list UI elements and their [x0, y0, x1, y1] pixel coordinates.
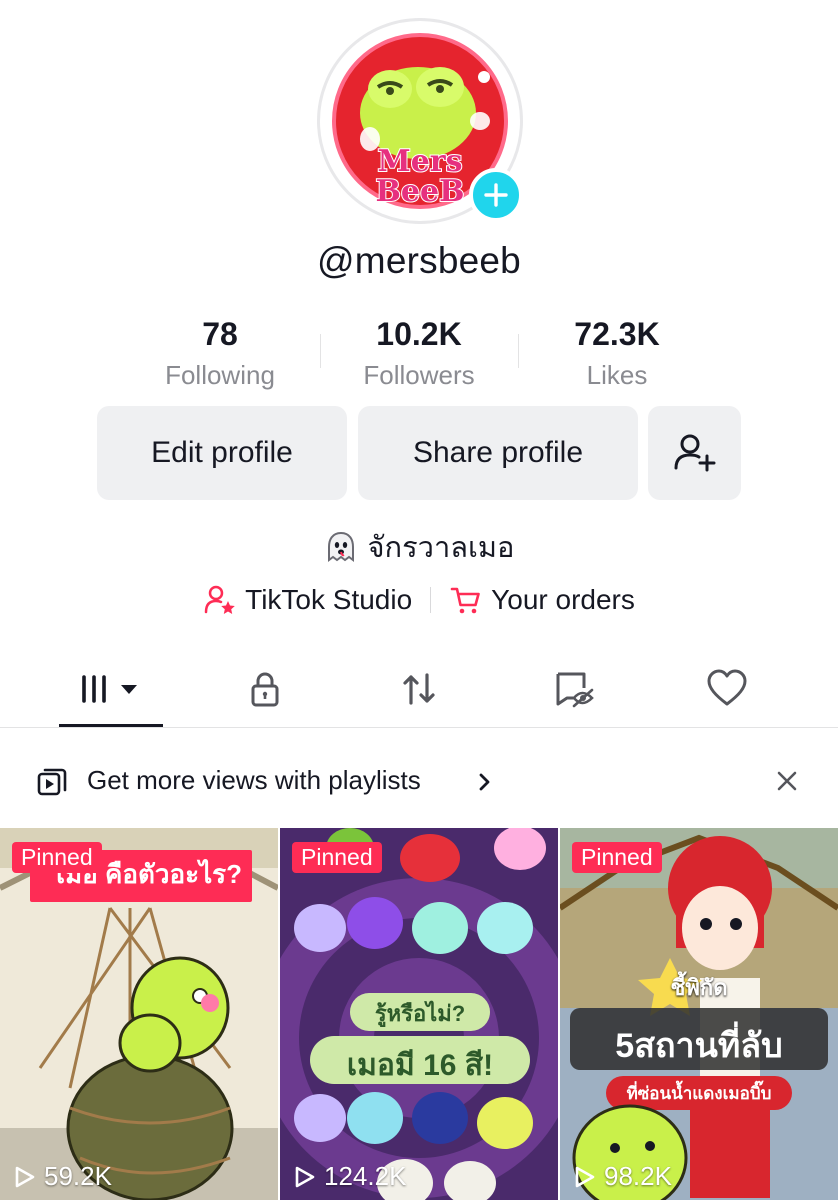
pinned-badge: Pinned	[12, 842, 102, 873]
profile-tabs	[0, 650, 838, 728]
view-count-text: 124.2K	[324, 1161, 407, 1191]
video-thumbnail[interactable]: เมอ คือตัวอะไร? Pinned 59.2K	[0, 828, 278, 1200]
stat-label: Following	[165, 360, 275, 390]
stat-label: Followers	[363, 360, 475, 390]
svg-text:BeeB: BeeB	[376, 174, 465, 209]
tab-private[interactable]	[215, 650, 315, 728]
grid-icon	[80, 675, 137, 703]
thumbnail-art	[560, 828, 838, 1200]
play-icon	[15, 1166, 35, 1187]
hidden-icon	[556, 672, 594, 708]
playlist-icon	[37, 768, 67, 796]
play-icon	[575, 1166, 595, 1187]
plus-icon	[484, 183, 508, 207]
close-icon[interactable]	[775, 769, 799, 793]
playlist-banner[interactable]: Get more views with playlists	[0, 750, 838, 812]
bio-text: จักรวาลเมอ	[367, 532, 515, 564]
stats-row: 78 Following 10.2K Followers 72.3K Likes	[0, 312, 838, 392]
stat-following[interactable]: 78 Following	[120, 312, 320, 394]
stat-value: 78	[202, 316, 238, 352]
cart-icon	[450, 587, 480, 614]
stat-label: Likes	[586, 360, 648, 390]
profile-avatar[interactable]: Mers BeeB	[317, 18, 523, 224]
video-caption-line1: รู้หรือไม่?	[374, 1001, 466, 1026]
divider	[430, 587, 432, 613]
view-count: 98.2K	[574, 1161, 672, 1192]
view-count-text: 59.2K	[44, 1161, 112, 1191]
stat-likes[interactable]: 72.3K Likes	[517, 312, 717, 394]
tab-reposts[interactable]	[369, 650, 469, 728]
stat-followers[interactable]: 10.2K Followers	[319, 312, 519, 394]
username: @mersbeeb	[317, 240, 521, 281]
active-tab-indicator	[59, 724, 163, 727]
orders-label: Your orders	[491, 584, 635, 615]
video-caption-line2: 5สถานที่ลับ	[615, 1027, 783, 1065]
creator-links: TikTok Studio Your orders	[0, 580, 838, 620]
playlist-banner-text: Get more views with playlists	[87, 765, 421, 795]
tiktok-studio-link[interactable]: TikTok Studio	[203, 583, 412, 617]
view-count-text: 98.2K	[604, 1161, 672, 1191]
stat-value: 72.3K	[574, 316, 660, 352]
tab-hidden[interactable]	[525, 650, 625, 728]
studio-icon	[204, 585, 235, 614]
view-count: 124.2K	[294, 1161, 406, 1192]
view-count: 59.2K	[14, 1161, 112, 1192]
video-caption-line2: เมอมี 16 สี!	[346, 1049, 494, 1082]
chevron-right-icon	[479, 773, 490, 791]
video-caption-line3: ที่ซ่อนน้ำแดงเมอบิ๊บ	[626, 1084, 772, 1103]
pinned-badge: Pinned	[572, 842, 662, 873]
play-icon	[295, 1166, 315, 1187]
edit-profile-button[interactable]: Edit profile	[97, 406, 347, 500]
repost-icon	[403, 673, 435, 705]
stat-value: 10.2K	[376, 316, 462, 352]
tab-liked[interactable]	[677, 650, 777, 728]
share-profile-button[interactable]: Share profile	[358, 406, 638, 500]
add-friend-button[interactable]	[648, 406, 741, 500]
studio-label: TikTok Studio	[245, 584, 413, 615]
lock-icon	[251, 672, 279, 707]
video-thumbnail[interactable]: รู้หรือไม่? เมอมี 16 สี! Pinned 124.2K	[280, 828, 558, 1200]
video-grid: เมอ คือตัวอะไร? Pinned 59.2K รู้หรือไม่?…	[0, 828, 838, 1200]
video-caption-line1: ชี้พิกัด	[670, 975, 728, 1000]
pinned-badge: Pinned	[292, 842, 382, 873]
your-orders-link[interactable]: Your orders	[449, 583, 635, 617]
heart-icon	[707, 669, 747, 706]
ghost-icon	[327, 531, 354, 562]
tab-videos[interactable]	[59, 650, 163, 728]
add-user-icon	[674, 434, 715, 472]
bio: จักรวาลเมอ	[0, 524, 838, 570]
add-story-button[interactable]	[469, 168, 523, 222]
video-thumbnail[interactable]: ชี้พิกัด 5สถานที่ลับ ที่ซ่อนน้ำแดงเมอบิ๊…	[560, 828, 838, 1200]
